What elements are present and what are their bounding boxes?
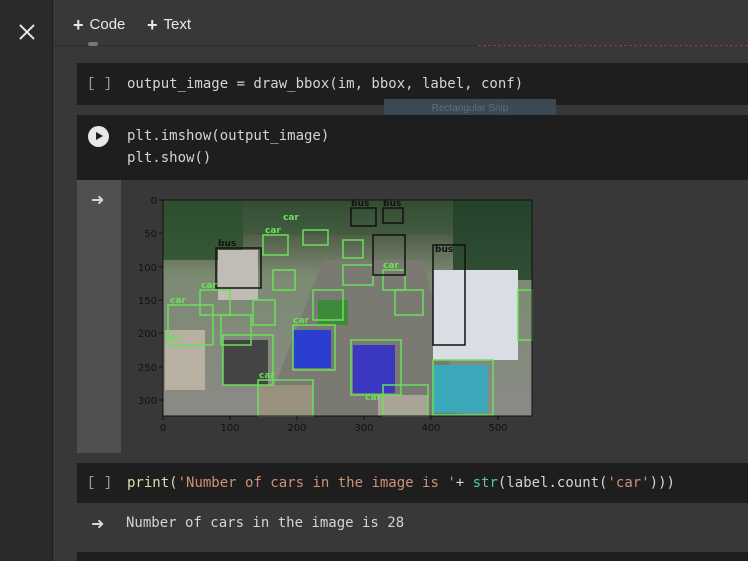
add-text-button[interactable]: + Text: [147, 14, 192, 35]
cell-output: ➜ car car car car car car car car car bu…: [77, 180, 748, 453]
plus-icon: +: [147, 14, 158, 35]
x-tick-label: 400: [421, 423, 440, 434]
x-tick-label: 0: [160, 423, 166, 434]
add-text-label: Text: [163, 16, 192, 33]
code-token-builtin: str: [472, 475, 498, 491]
cell-run-bracket[interactable]: [ ]: [87, 475, 112, 491]
y-tick-label: 50: [144, 229, 157, 240]
print-output: Number of cars in the image is 28: [126, 515, 405, 531]
bbox-label-car: car: [165, 333, 181, 343]
output-arrow-icon[interactable]: ➜: [91, 514, 104, 534]
code-block[interactable]: plt.imshow(output_image) plt.show(): [127, 125, 329, 169]
bbox-label-car: car: [283, 213, 299, 223]
code-cell-imshow[interactable]: plt.imshow(output_image) plt.show(): [77, 115, 748, 180]
bbox-label-bus: bus: [218, 239, 236, 249]
code-token: (label.count(: [497, 475, 608, 491]
code-token: +: [455, 475, 473, 491]
run-cell-button[interactable]: [88, 126, 109, 147]
code-line[interactable]: print('Number of cars in the image is '+…: [127, 472, 675, 494]
image-car: [433, 365, 488, 413]
bbox-label-car: car: [259, 371, 275, 381]
code-line[interactable]: output_image = draw_bbox(im, bbox, label…: [127, 73, 523, 95]
code-token: ))): [649, 475, 675, 491]
bbox-label-car: car: [265, 226, 281, 236]
code-token-string: 'car': [607, 475, 650, 491]
next-cell[interactable]: [77, 552, 748, 561]
y-tick-label: 300: [138, 396, 157, 407]
code-token: (: [169, 475, 178, 491]
x-tick-label: 200: [287, 423, 306, 434]
bbox-label-car: car: [293, 316, 309, 326]
image-car: [258, 385, 313, 416]
bbox-label-bus: bus: [435, 245, 453, 255]
plus-icon: +: [73, 14, 84, 35]
cell-run-bracket[interactable]: [ ]: [87, 76, 112, 92]
bbox-label-car: car: [383, 261, 399, 271]
y-tick-marks: [159, 199, 163, 401]
add-code-button[interactable]: + Code: [73, 14, 126, 35]
close-icon[interactable]: [14, 20, 40, 46]
y-tick-label: 0: [151, 196, 157, 207]
toolbar: + Code + Text: [53, 0, 748, 46]
x-tick-label: 500: [488, 423, 507, 434]
bbox-label-car: car: [201, 281, 217, 291]
output-gutter: ➜: [77, 180, 121, 453]
image-car: [353, 345, 395, 393]
x-tick-marks: [162, 416, 499, 420]
code-cell-print[interactable]: [ ] print('Number of cars in the image i…: [77, 463, 748, 503]
y-tick-label: 150: [138, 296, 157, 307]
sidebar: [0, 0, 53, 561]
bbox-label-car: car: [170, 296, 186, 306]
code-line: plt.show(): [127, 150, 212, 166]
output-arrow-icon[interactable]: ➜: [91, 190, 104, 210]
image-bus: [218, 250, 258, 300]
scroll-indicator: [88, 42, 98, 46]
image-bus: [433, 270, 518, 360]
plot-figure: car car car car car car car car car bus …: [138, 196, 533, 434]
y-tick-label: 250: [138, 363, 157, 374]
image-car: [293, 330, 331, 368]
code-token-string: 'Number of cars in the image is ': [177, 475, 456, 491]
code-line: plt.imshow(output_image): [127, 128, 330, 144]
bbox-label-car: car: [365, 393, 381, 403]
x-tick-label: 300: [354, 423, 373, 434]
y-tick-label: 100: [138, 263, 157, 274]
image-car: [378, 395, 428, 416]
code-token-print: print: [127, 475, 170, 491]
y-tick-label: 200: [138, 329, 157, 340]
divider-line: [478, 45, 748, 46]
add-code-label: Code: [89, 16, 126, 33]
x-tick-label: 100: [220, 423, 239, 434]
